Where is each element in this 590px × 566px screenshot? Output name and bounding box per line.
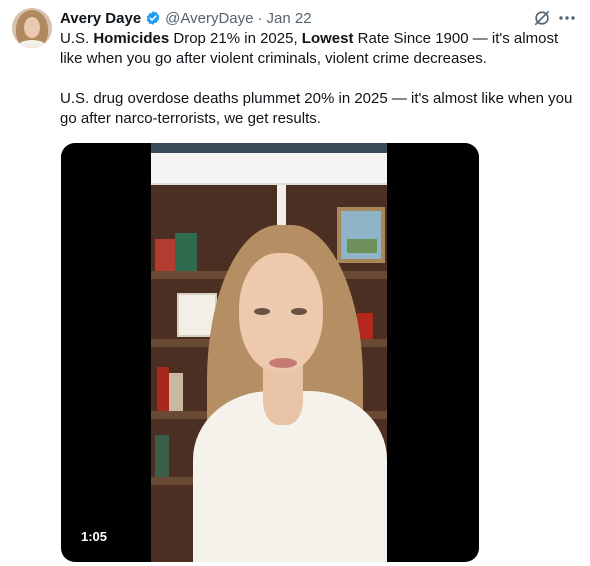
video-book bbox=[155, 435, 169, 477]
bold-run: Homicides bbox=[93, 30, 170, 47]
tweet-text: U.S. Homicides Drop 21% in 2025, Lowest … bbox=[60, 29, 580, 129]
grok-icon[interactable] bbox=[533, 9, 551, 27]
video-painting bbox=[337, 207, 385, 263]
tweet-header: Avery Daye @AveryDaye · Jan 22 bbox=[60, 7, 312, 29]
more-icon[interactable] bbox=[557, 8, 577, 28]
video-player[interactable]: 1:05 bbox=[61, 143, 479, 562]
verified-badge-icon bbox=[146, 11, 160, 25]
tweet-paragraph-2: U.S. drug overdose deaths plummet 20% in… bbox=[60, 90, 573, 127]
header-separator: · bbox=[257, 9, 263, 27]
text-run: Drop 21% in 2025, bbox=[169, 30, 302, 47]
avatar-shirt bbox=[18, 40, 46, 48]
text-run: U.S. bbox=[60, 30, 94, 47]
video-person-neck bbox=[263, 365, 303, 425]
video-crown-molding bbox=[151, 153, 387, 186]
tweet-paragraph-1: U.S. Homicides Drop 21% in 2025, Lowest … bbox=[60, 29, 580, 69]
video-person-lips bbox=[269, 358, 297, 368]
video-book bbox=[175, 233, 197, 271]
avatar[interactable] bbox=[12, 8, 52, 48]
video-person-eye bbox=[254, 308, 270, 315]
author-name[interactable]: Avery Daye bbox=[60, 10, 141, 27]
more-dots-icon bbox=[559, 16, 575, 20]
tweet-date[interactable]: Jan 22 bbox=[267, 10, 312, 27]
bold-run: Lowest bbox=[301, 30, 354, 47]
video-book bbox=[169, 373, 183, 411]
video-frame bbox=[151, 143, 387, 562]
avatar-face bbox=[24, 17, 40, 38]
video-person-face bbox=[239, 253, 323, 373]
video-duration: 1:05 bbox=[73, 526, 116, 547]
video-person-eye bbox=[291, 308, 307, 315]
author-handle[interactable]: @AveryDaye bbox=[165, 10, 253, 27]
video-book bbox=[157, 367, 169, 411]
video-book bbox=[155, 239, 175, 271]
